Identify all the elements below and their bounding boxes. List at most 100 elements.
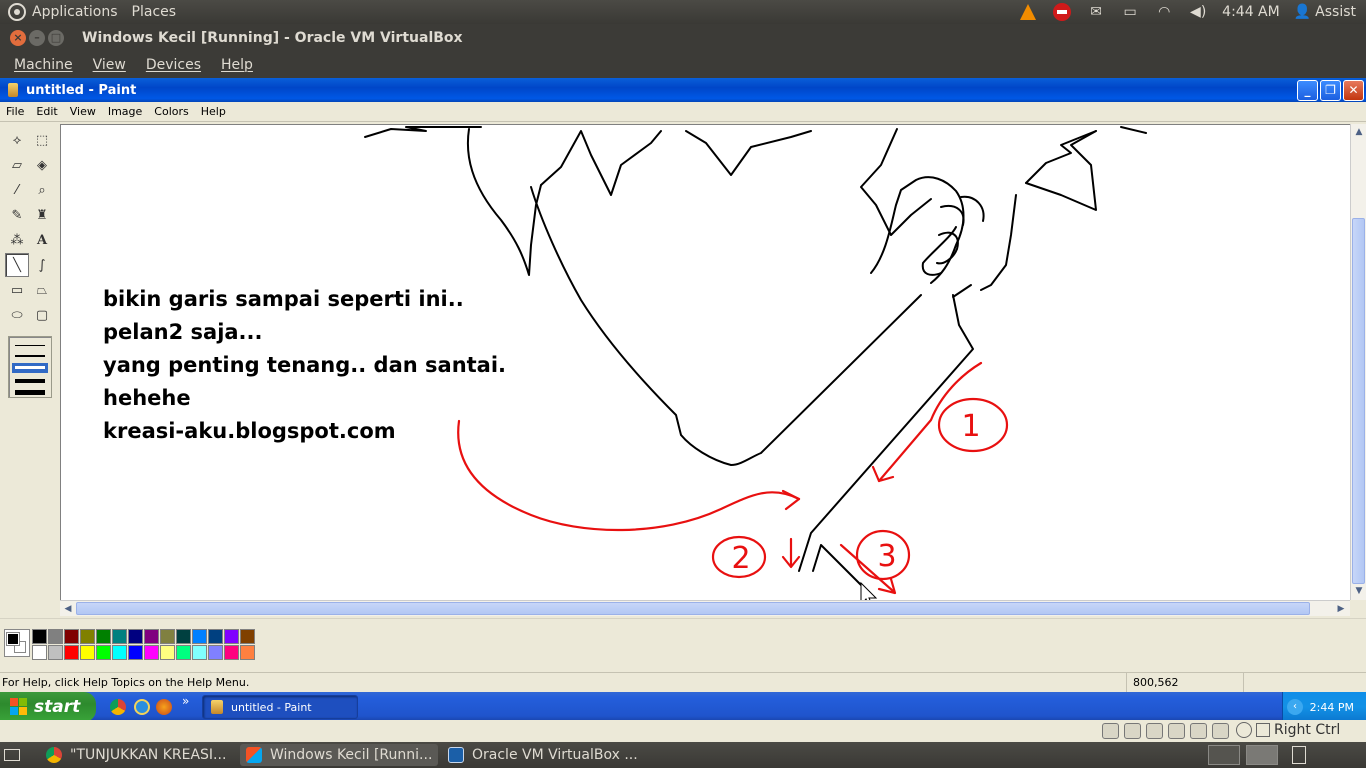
- paint-canvas[interactable]: 1 2 3 bikin garis sampai seperti ini.. p…: [60, 124, 1350, 600]
- vbox-menu-help[interactable]: Help: [221, 57, 253, 73]
- stop-icon[interactable]: [1052, 3, 1072, 21]
- ie-quicklaunch-icon[interactable]: [134, 699, 150, 715]
- paint-restore-button[interactable]: ❐: [1320, 80, 1341, 101]
- current-colors[interactable]: [4, 629, 30, 657]
- color-swatch[interactable]: [240, 645, 255, 660]
- color-swatch[interactable]: [160, 629, 175, 644]
- color-swatch[interactable]: [208, 645, 223, 660]
- ubuntu-logo-icon[interactable]: [8, 3, 26, 21]
- color-swatch[interactable]: [64, 629, 79, 644]
- vbox-menu-devices[interactable]: Devices: [146, 57, 201, 73]
- color-swatch[interactable]: [112, 629, 127, 644]
- firefox-quicklaunch-icon[interactable]: [156, 699, 172, 715]
- vbox-menu-view[interactable]: View: [93, 57, 126, 73]
- color-swatch[interactable]: [224, 645, 239, 660]
- color-swatch[interactable]: [176, 645, 191, 660]
- taskbar-item-paint[interactable]: untitled - Paint: [202, 695, 358, 719]
- network-icon[interactable]: [1168, 723, 1185, 739]
- paint-menu-edit[interactable]: Edit: [36, 105, 57, 118]
- optical-drive-icon[interactable]: [1124, 723, 1141, 739]
- airbrush-icon[interactable]: ⁂: [5, 228, 29, 252]
- display-icon[interactable]: [1212, 723, 1229, 739]
- color-swatch[interactable]: [224, 629, 239, 644]
- paint-menu-file[interactable]: File: [6, 105, 24, 118]
- volume-icon[interactable]: ◀): [1188, 4, 1208, 20]
- taskbar-item-vm-window[interactable]: Windows Kecil [Runni...: [240, 744, 438, 766]
- vbox-minimize-button[interactable]: –: [29, 30, 45, 46]
- places-menu[interactable]: Places: [132, 4, 177, 20]
- color-swatch[interactable]: [240, 629, 255, 644]
- quicklaunch-more-icon[interactable]: »: [182, 694, 189, 708]
- paint-menu-image[interactable]: Image: [108, 105, 142, 118]
- workspace-1[interactable]: [1208, 745, 1240, 765]
- mouse-integration-icon[interactable]: [1236, 722, 1252, 738]
- color-swatch[interactable]: [128, 645, 143, 660]
- line-width-2[interactable]: [15, 355, 45, 357]
- rect-select-icon[interactable]: ⬚: [30, 128, 54, 152]
- keyboard-capture-icon[interactable]: [1256, 723, 1270, 737]
- paint-close-button[interactable]: ✕: [1343, 80, 1364, 101]
- magnifier-icon[interactable]: ⌕: [30, 178, 54, 202]
- color-swatch[interactable]: [80, 629, 95, 644]
- rounded-rect-tool-icon[interactable]: ▢: [30, 303, 54, 327]
- color-swatch[interactable]: [32, 629, 47, 644]
- tray-expand-icon[interactable]: ‹: [1287, 699, 1303, 715]
- usb-icon[interactable]: [1146, 723, 1163, 739]
- color-swatch[interactable]: [48, 645, 63, 660]
- color-picker-icon[interactable]: ⁄: [5, 178, 29, 202]
- mail-icon[interactable]: ✉: [1086, 4, 1106, 20]
- pencil-icon[interactable]: ✎: [5, 203, 29, 227]
- color-swatch[interactable]: [32, 645, 47, 660]
- trash-icon[interactable]: [1292, 746, 1306, 764]
- curve-tool-icon[interactable]: ∫: [30, 253, 54, 277]
- horizontal-scrollbar[interactable]: ◀ ▶: [60, 600, 1350, 616]
- paint-minimize-button[interactable]: _: [1297, 80, 1318, 101]
- ellipse-tool-icon[interactable]: ⬭: [5, 303, 29, 327]
- panel-clock[interactable]: 4:44 AM: [1222, 4, 1280, 20]
- color-swatch[interactable]: [96, 645, 111, 660]
- chrome-quicklaunch-icon[interactable]: [110, 699, 126, 715]
- line-width-3[interactable]: [15, 366, 45, 369]
- scroll-down-icon[interactable]: ▼: [1352, 584, 1366, 598]
- vbox-maximize-button[interactable]: □: [48, 30, 64, 46]
- scroll-up-icon[interactable]: ▲: [1352, 125, 1366, 139]
- taskbar-item-vbox-manager[interactable]: Oracle VM VirtualBox ...: [442, 744, 642, 766]
- color-swatch[interactable]: [208, 629, 223, 644]
- battery-icon[interactable]: ▭: [1120, 4, 1140, 20]
- taskbar-item-browser[interactable]: "TUNJUKKAN KREASI...: [40, 744, 236, 766]
- fill-bucket-icon[interactable]: ◈: [30, 153, 54, 177]
- start-button[interactable]: start: [0, 692, 96, 722]
- applications-menu[interactable]: Applications: [32, 4, 118, 20]
- line-width-options[interactable]: [8, 336, 52, 398]
- color-swatch[interactable]: [176, 629, 191, 644]
- vbox-menu-machine[interactable]: Machine: [14, 57, 73, 73]
- rectangle-tool-icon[interactable]: ▭: [5, 278, 29, 302]
- vbox-close-button[interactable]: ×: [10, 30, 26, 46]
- hard-disk-icon[interactable]: [1102, 723, 1119, 739]
- color-swatch[interactable]: [160, 645, 175, 660]
- line-width-5[interactable]: [15, 390, 45, 395]
- color-swatch[interactable]: [128, 629, 143, 644]
- text-tool-icon[interactable]: A: [30, 228, 54, 252]
- color-swatch[interactable]: [192, 645, 207, 660]
- color-swatch[interactable]: [48, 629, 63, 644]
- color-swatch[interactable]: [192, 629, 207, 644]
- horizontal-scroll-thumb[interactable]: [76, 602, 1310, 615]
- vertical-scroll-thumb[interactable]: [1352, 218, 1365, 584]
- vertical-scrollbar[interactable]: ▲ ▼: [1350, 124, 1366, 600]
- color-swatch[interactable]: [144, 645, 159, 660]
- color-swatch[interactable]: [96, 629, 111, 644]
- color-swatch[interactable]: [144, 629, 159, 644]
- line-width-4[interactable]: [15, 379, 45, 383]
- line-width-1[interactable]: [15, 345, 45, 346]
- shared-folders-icon[interactable]: [1190, 723, 1207, 739]
- xp-clock[interactable]: 2:44 PM: [1310, 701, 1354, 714]
- line-tool-icon[interactable]: ╲: [5, 253, 29, 277]
- color-swatch[interactable]: [80, 645, 95, 660]
- polygon-tool-icon[interactable]: ⏢: [30, 278, 54, 302]
- scroll-left-icon[interactable]: ◀: [61, 602, 75, 616]
- paint-menu-help[interactable]: Help: [201, 105, 226, 118]
- vlc-icon[interactable]: [1018, 4, 1038, 20]
- eraser-icon[interactable]: ▱: [5, 153, 29, 177]
- paint-menu-view[interactable]: View: [70, 105, 96, 118]
